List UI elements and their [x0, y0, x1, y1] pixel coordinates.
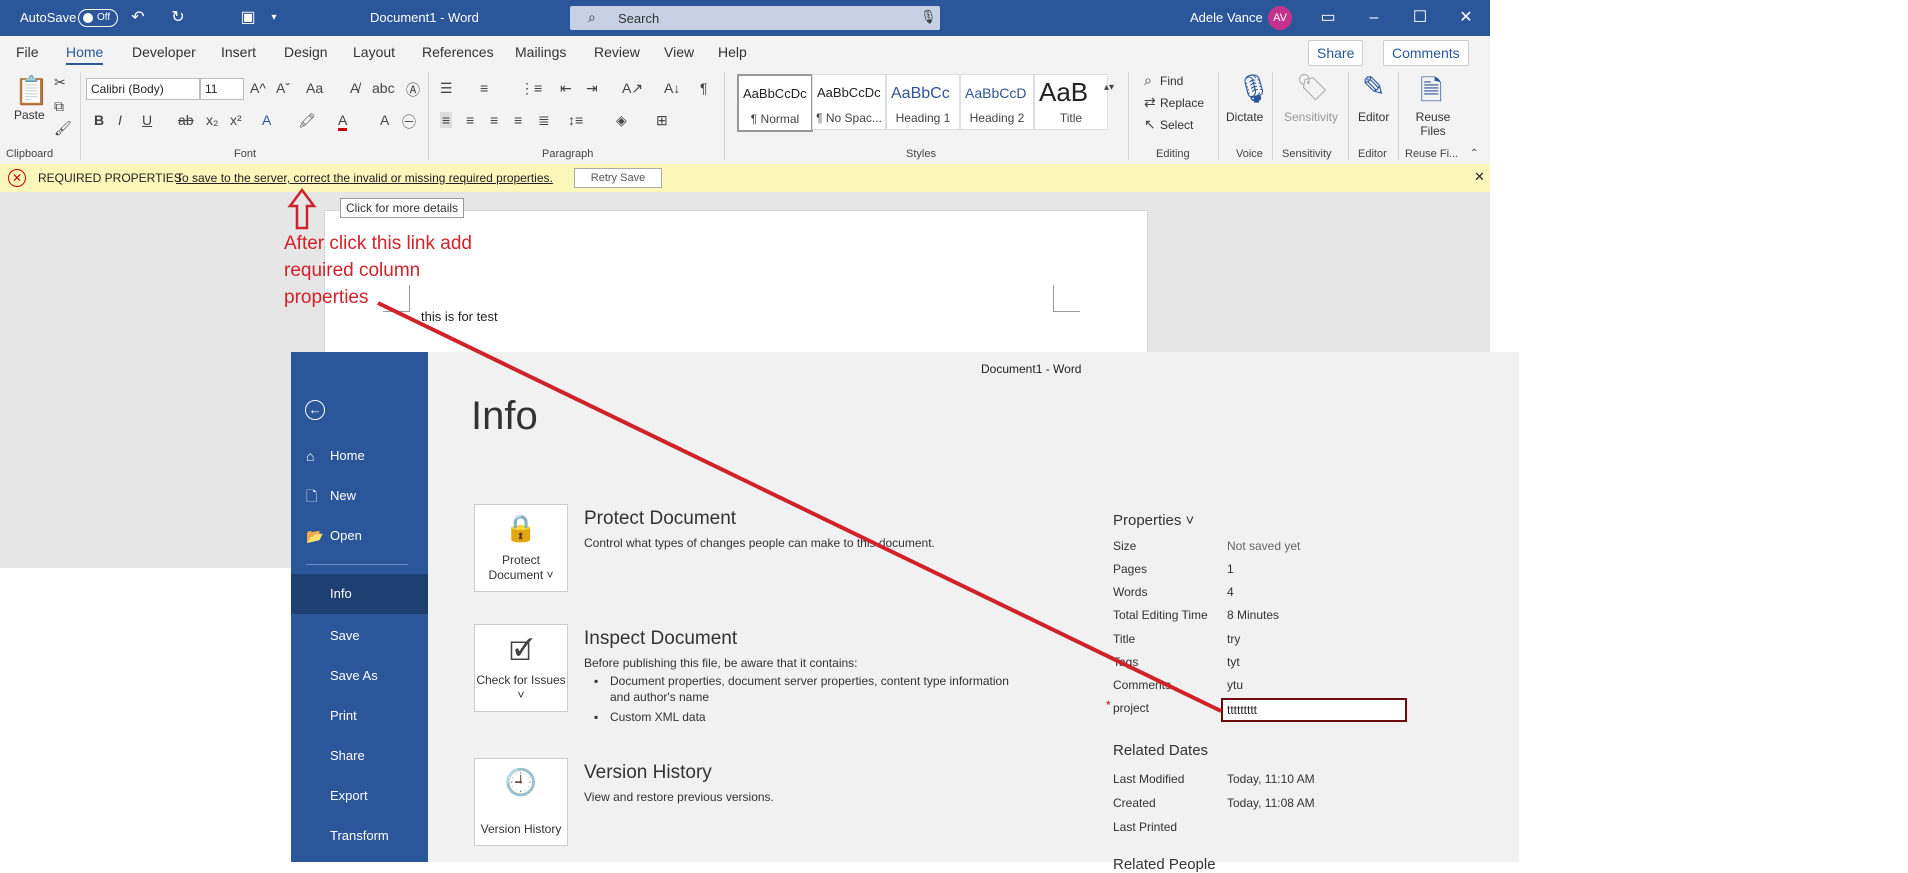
- annotation-overlay: [287, 187, 1222, 713]
- annotation-pointer-line: [377, 301, 1222, 713]
- annotation-up-arrow-icon: [287, 187, 317, 230]
